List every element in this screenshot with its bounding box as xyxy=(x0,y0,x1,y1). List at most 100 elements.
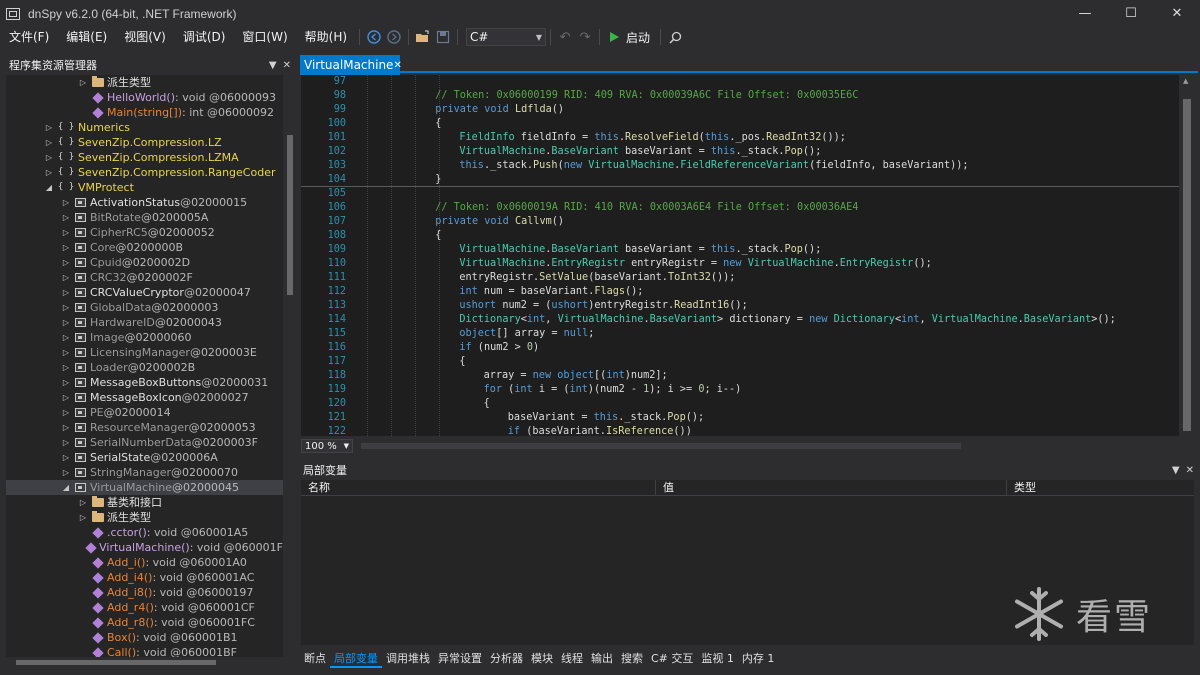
tree-node[interactable]: ▷ HardwareID @02000043 xyxy=(6,315,283,330)
tree-node[interactable]: ▷ 基类和接口 xyxy=(6,495,283,510)
code-line[interactable]: 106 // Token: 0x0600019A RID: 410 RVA: 0x… xyxy=(301,201,1179,215)
navigate-back-icon[interactable] xyxy=(364,27,384,47)
expand-arrow-icon[interactable]: ▷ xyxy=(44,165,54,180)
close-icon[interactable]: ✕ xyxy=(393,60,401,71)
language-select[interactable]: C# ▼ xyxy=(466,28,547,46)
tree-node[interactable]: ▷ Image @02000060 xyxy=(6,330,283,345)
code-line[interactable]: 98 // Token: 0x06000199 RID: 409 RVA: 0x0… xyxy=(301,89,1179,103)
code-vertical-scrollbar[interactable]: ▲ xyxy=(1180,75,1194,436)
tree-node[interactable]: Main(string[]) : int @06000092 xyxy=(6,105,283,120)
expand-arrow-icon[interactable]: ▷ xyxy=(61,255,71,270)
menu-edit[interactable]: 编辑(E) xyxy=(57,27,115,47)
expand-arrow-icon[interactable]: ▷ xyxy=(44,120,54,135)
tab-csharp-interactive[interactable]: C# 交互 xyxy=(647,650,697,668)
expand-arrow-icon[interactable]: ◢ xyxy=(44,180,54,195)
tree-node[interactable]: ◢ VirtualMachine @02000045 xyxy=(6,480,283,495)
code-line[interactable]: 111 entryRegistr.SetValue(baseVariant.ToI… xyxy=(301,271,1179,285)
expand-arrow-icon[interactable]: ▷ xyxy=(61,240,71,255)
expand-arrow-icon[interactable]: ▷ xyxy=(61,375,71,390)
tree-node[interactable]: ▷ MessageBoxButtons @02000031 xyxy=(6,375,283,390)
expand-arrow-icon[interactable]: ◢ xyxy=(61,480,71,495)
code-line[interactable]: 115 object[] array = null; xyxy=(301,327,1179,341)
tab-virtualmachine[interactable]: VirtualMachine ✕ xyxy=(300,55,402,75)
tree-node[interactable]: Add_r4() : void @060001CF xyxy=(6,600,283,615)
tree-node[interactable]: Add_i() : void @060001A0 xyxy=(6,555,283,570)
code-editor[interactable]: 97 98 // Token: 0x06000199 RID: 409 RVA: 0… xyxy=(301,75,1179,436)
tab-breakpoints[interactable]: 断点 xyxy=(300,650,330,668)
code-line[interactable]: 102 VirtualMachine.BaseVariant baseVarian… xyxy=(301,145,1179,159)
start-button-label[interactable]: 启动 xyxy=(626,29,650,46)
code-line[interactable]: 117 { xyxy=(301,355,1179,369)
expand-arrow-icon[interactable]: ▷ xyxy=(78,75,88,90)
code-line[interactable]: 100 { xyxy=(301,117,1179,131)
column-name[interactable]: 名称 xyxy=(301,480,656,496)
expand-arrow-icon[interactable]: ▷ xyxy=(61,345,71,360)
scrollbar-thumb[interactable] xyxy=(16,660,216,665)
close-icon[interactable]: ✕ xyxy=(1186,465,1194,476)
tab-memory-1[interactable]: 内存 1 xyxy=(738,650,779,668)
menu-window[interactable]: 窗口(W) xyxy=(233,27,295,47)
tree-node[interactable]: ▷ GlobalData @02000003 xyxy=(6,300,283,315)
tree-node[interactable]: ▷{ } Numerics xyxy=(6,120,283,135)
navigate-forward-icon[interactable] xyxy=(384,27,404,47)
tree-node[interactable]: ▷{ } SevenZip.Compression.LZ xyxy=(6,135,283,150)
open-folder-icon[interactable] xyxy=(413,27,433,47)
tab-call-stack[interactable]: 调用堆栈 xyxy=(382,650,434,668)
tree-node[interactable]: Add_r8() : void @060001FC xyxy=(6,615,283,630)
expand-arrow-icon[interactable]: ▷ xyxy=(61,270,71,285)
code-line[interactable]: 116 if (num2 > 0) xyxy=(301,341,1179,355)
search-icon[interactable] xyxy=(665,27,685,47)
code-line[interactable]: 99 private void Ldflda() xyxy=(301,103,1179,117)
column-type[interactable]: 类型 xyxy=(1007,480,1194,496)
tree-horizontal-scrollbar[interactable] xyxy=(6,657,283,667)
expand-arrow-icon[interactable]: ▷ xyxy=(44,150,54,165)
tab-modules[interactable]: 模块 xyxy=(527,650,557,668)
tree-node[interactable]: ▷ CRC32 @0200002F xyxy=(6,270,283,285)
code-horizontal-scrollbar[interactable] xyxy=(357,441,1194,451)
expand-arrow-icon[interactable]: ▷ xyxy=(61,465,71,480)
tree-node[interactable]: ▷{ } SevenZip.Compression.LZMA xyxy=(6,150,283,165)
code-line[interactable]: 113 ushort num2 = (ushort)entryRegistr.Re… xyxy=(301,299,1179,313)
start-play-icon[interactable] xyxy=(604,27,624,47)
scrollbar-thumb[interactable] xyxy=(1183,99,1191,431)
redo-icon[interactable]: ↷ xyxy=(575,27,595,47)
scrollbar-thumb[interactable] xyxy=(361,443,961,449)
minimize-button[interactable]: — xyxy=(1062,0,1108,27)
expand-arrow-icon[interactable]: ▷ xyxy=(61,195,71,210)
menu-file[interactable]: 文件(F) xyxy=(0,27,57,47)
tree-node[interactable]: ▷ ActivationStatus @02000015 xyxy=(6,195,283,210)
tab-watch-1[interactable]: 监视 1 xyxy=(697,650,738,668)
scrollbar-thumb[interactable] xyxy=(287,135,293,295)
tree-node[interactable]: ▷ SerialNumberData @0200003F xyxy=(6,435,283,450)
expand-arrow-icon[interactable]: ▷ xyxy=(61,405,71,420)
expand-arrow-icon[interactable]: ▷ xyxy=(61,330,71,345)
tree-node[interactable]: Add_i8() : void @06000197 xyxy=(6,585,283,600)
expand-arrow-icon[interactable]: ▷ xyxy=(61,360,71,375)
tree-node[interactable]: ◢{ } VMProtect xyxy=(6,180,283,195)
code-line[interactable]: 119 for (int i = (int)(num2 - 1); i >= 0;… xyxy=(301,383,1179,397)
code-line[interactable]: 104} xyxy=(301,173,1179,187)
maximize-button[interactable]: ☐ xyxy=(1108,0,1154,27)
tab-output[interactable]: 输出 xyxy=(587,650,617,668)
tree-node[interactable]: ▷ CipherRC5 @02000052 xyxy=(6,225,283,240)
code-line[interactable]: 122 if (baseVariant.IsReference()) xyxy=(301,425,1179,436)
expand-arrow-icon[interactable]: ▷ xyxy=(78,495,88,510)
code-line[interactable]: 120 { xyxy=(301,397,1179,411)
tree-vertical-scrollbar[interactable] xyxy=(285,75,295,658)
code-line[interactable]: 118 array = new object[(int)num2]; xyxy=(301,369,1179,383)
tab-search[interactable]: 搜索 xyxy=(617,650,647,668)
tree-node[interactable]: .cctor() : void @060001A5 xyxy=(6,525,283,540)
tree-node[interactable]: ▷ SerialState @0200006A xyxy=(6,450,283,465)
tree-node[interactable]: Add_i4() : void @060001AC xyxy=(6,570,283,585)
close-button[interactable]: ✕ xyxy=(1154,0,1200,27)
tree-node[interactable]: ▷ CRCValueCryptor @02000047 xyxy=(6,285,283,300)
tree-node[interactable]: ▷ 派生类型 xyxy=(6,75,283,90)
code-line[interactable]: 114 Dictionary<int, VirtualMachine.BaseVa… xyxy=(301,313,1179,327)
zoom-select[interactable]: 100 % ▼ xyxy=(301,439,353,453)
tree-node[interactable]: ▷ StringManager @02000070 xyxy=(6,465,283,480)
assembly-tree[interactable]: ▷ 派生类型 HelloWorld() : void @06000093 Main(s… xyxy=(6,75,283,658)
code-line[interactable]: 110 VirtualMachine.EntryRegistr entryRegi… xyxy=(301,257,1179,271)
tree-node[interactable]: ▷ PE @02000014 xyxy=(6,405,283,420)
expand-arrow-icon[interactable]: ▷ xyxy=(61,225,71,240)
code-line[interactable]: 121 baseVariant = this._stack.Pop(); xyxy=(301,411,1179,425)
